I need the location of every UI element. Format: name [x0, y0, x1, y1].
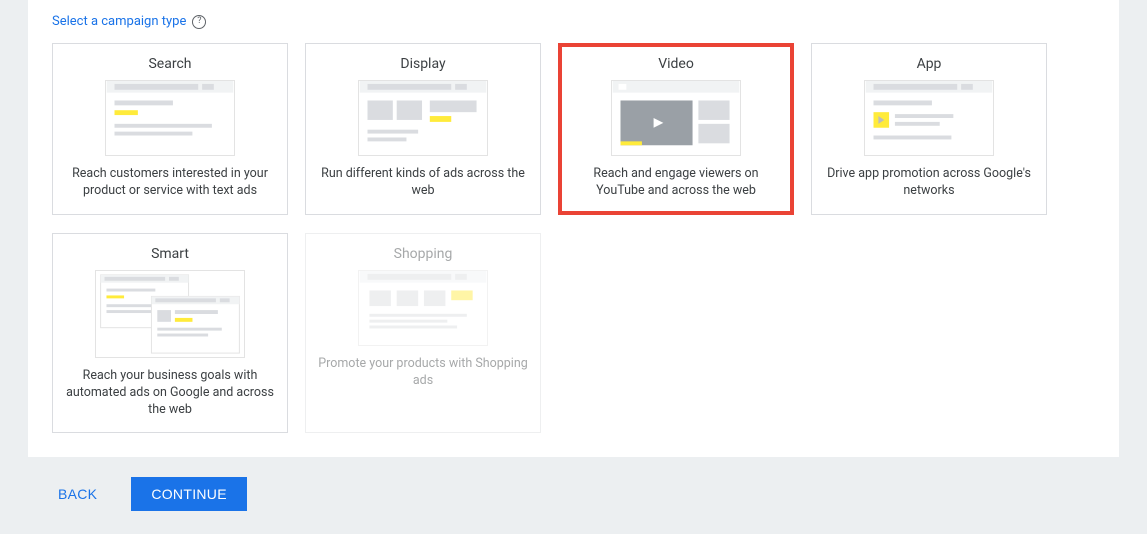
card-desc: Run different kinds of ads across the we… — [318, 166, 528, 200]
campaign-card-shopping: Shopping Promote your products with Shop… — [305, 233, 541, 434]
footer-actions: BACK CONTINUE — [28, 457, 1119, 531]
smart-thumb-icon — [95, 270, 245, 358]
card-title: App — [824, 56, 1034, 72]
shopping-thumb-icon — [358, 270, 488, 346]
card-title: Shopping — [318, 246, 528, 262]
card-desc: Reach customers interested in your produ… — [65, 166, 275, 200]
campaign-card-smart[interactable]: Smart — [52, 233, 288, 434]
card-title: Video — [571, 56, 781, 72]
card-desc: Drive app promotion across Google's netw… — [824, 166, 1034, 200]
campaign-card-app[interactable]: App Drive app promotion across Google's … — [811, 43, 1047, 215]
back-button[interactable]: BACK — [38, 477, 117, 511]
app-thumb-icon — [864, 80, 994, 156]
continue-button[interactable]: CONTINUE — [131, 477, 247, 511]
card-desc: Reach and engage viewers on YouTube and … — [571, 166, 781, 200]
card-title: Search — [65, 56, 275, 72]
campaign-card-search[interactable]: Search Reach customers interested in you… — [52, 43, 288, 215]
card-desc: Reach your business goals with automated… — [65, 368, 275, 419]
campaign-card-video[interactable]: Video Reach and engage viewers on YouTub… — [558, 43, 794, 215]
campaign-type-grid: Search Reach customers interested in you… — [52, 43, 1095, 433]
card-title: Display — [318, 56, 528, 72]
search-thumb-icon — [105, 80, 235, 156]
help-icon[interactable]: ? — [192, 15, 206, 29]
section-title: Select a campaign type — [52, 14, 186, 29]
card-title: Smart — [65, 246, 275, 262]
card-desc: Promote your products with Shopping ads — [318, 356, 528, 390]
campaign-type-panel: Select a campaign type ? Search Reach cu… — [28, 0, 1119, 457]
display-thumb-icon — [358, 80, 488, 156]
campaign-card-display[interactable]: Display Run different kinds of ads acros… — [305, 43, 541, 215]
video-thumb-icon — [611, 80, 741, 156]
